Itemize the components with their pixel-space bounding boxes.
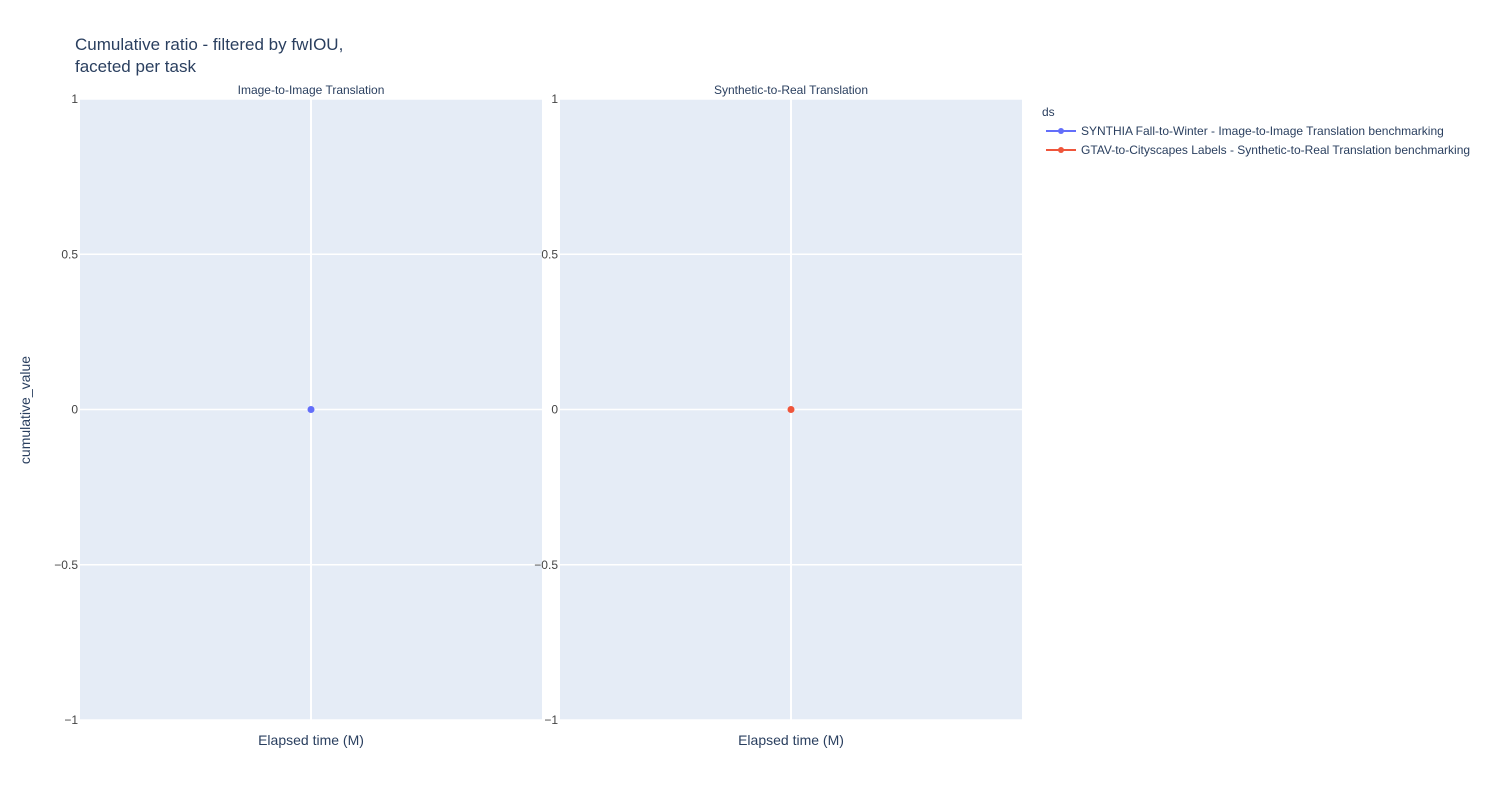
y-tick-label: 0 [71, 403, 78, 417]
y-tick-label: 1 [551, 92, 558, 106]
data-point[interactable] [307, 406, 315, 413]
chart-title-line1: Cumulative ratio - filtered by fwIOU, [75, 35, 343, 54]
x-axis-title: Elapsed time (M) [258, 732, 364, 748]
legend-label: SYNTHIA Fall-to-Winter - Image-to-Image … [1081, 124, 1444, 138]
y-tick-label: −0.5 [54, 558, 78, 572]
y-axis-title: cumulative_value [17, 356, 33, 464]
legend-item[interactable]: GTAV-to-Cityscapes Labels - Synthetic-to… [1046, 143, 1470, 157]
subplot-1: 1 0.5 0 −0.5 −1 Image-to-Image Translation Ela… [54, 83, 542, 748]
subplot-title: Synthetic-to-Real Translation [714, 83, 868, 97]
y-tick-label: −1 [64, 713, 78, 727]
legend-title: ds [1042, 105, 1055, 119]
legend-item[interactable]: SYNTHIA Fall-to-Winter - Image-to-Image … [1046, 124, 1444, 138]
y-tick-label: 0.5 [541, 247, 558, 261]
faceted-scatter-chart: Cumulative ratio - filtered by fwIOU, fa… [17, 35, 1470, 748]
subplot-2: 1 0.5 0 −0.5 −1 Synthetic-to-Real Translation… [534, 83, 1022, 748]
y-tick-label: 1 [71, 92, 78, 106]
legend-marker-swatch [1058, 147, 1064, 153]
x-axis-title: Elapsed time (M) [738, 732, 844, 748]
subplot-title: Image-to-Image Translation [238, 83, 385, 97]
chart-title-line2: faceted per task [75, 57, 196, 76]
y-tick-label: −0.5 [534, 558, 558, 572]
legend-label: GTAV-to-Cityscapes Labels - Synthetic-to… [1081, 143, 1470, 157]
subplot-panels: 1 0.5 0 −0.5 −1 Image-to-Image Translation Ela… [54, 83, 1022, 748]
data-point[interactable] [787, 406, 795, 413]
legend-marker-swatch [1058, 128, 1064, 134]
legend[interactable]: ds SYNTHIA Fall-to-Winter - Image-to-Ima… [1042, 105, 1470, 157]
y-tick-label: 0 [551, 403, 558, 417]
y-tick-label: −1 [544, 713, 558, 727]
y-tick-label: 0.5 [61, 247, 78, 261]
